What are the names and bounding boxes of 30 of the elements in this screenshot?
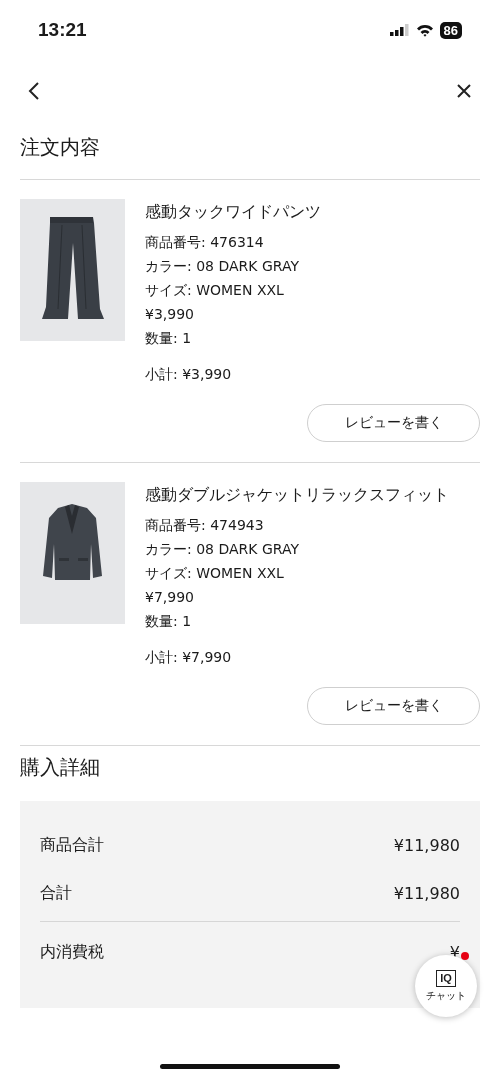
review-button[interactable]: レビューを書く [307, 687, 480, 725]
product-detail: カラー: 08 DARK GRAY [145, 257, 300, 276]
summary-label: 内消費税 [40, 941, 104, 963]
summary-value: ¥11,980 [393, 883, 460, 903]
signal-icon [389, 24, 410, 36]
product-detail: 商品番号: 476314 [145, 233, 265, 252]
summary-label: 合計 [40, 882, 72, 904]
subtotal: 小計: ¥7,990 [145, 649, 233, 667]
section-title: 注文内容 [20, 134, 480, 180]
product-detail: サイズ: WOMEN XXL [145, 281, 285, 300]
chat-logo: IQ [436, 969, 456, 987]
product-name: 感動ダブルジャケットリラックスフィット [145, 485, 449, 506]
status-time: 13:21 [38, 19, 87, 41]
product-detail: 数量: 1 [145, 612, 193, 631]
product-name: 感動タックワイドパンツ [145, 202, 321, 223]
summary-label: 商品合計 [40, 834, 104, 856]
product-detail: 商品番号: 474943 [145, 516, 265, 535]
section-title: 購入詳細 [19, 754, 101, 781]
product-detail: カラー: 08 DARK GRAY [145, 540, 300, 559]
product-detail: ¥3,990 [145, 305, 195, 324]
close-icon[interactable] [456, 83, 472, 99]
wifi-icon [415, 23, 434, 37]
back-icon[interactable] [28, 81, 40, 101]
product-detail: サイズ: WOMEN XXL [145, 564, 285, 583]
battery-level: 86 [439, 21, 462, 39]
summary-value: ¥11,980 [393, 835, 460, 855]
subtotal: 小計: ¥3,990 [145, 366, 233, 384]
product-detail: 数量: 1 [145, 329, 193, 348]
review-button[interactable]: レビューを書く [307, 404, 480, 442]
product-detail: ¥7,990 [145, 588, 195, 607]
